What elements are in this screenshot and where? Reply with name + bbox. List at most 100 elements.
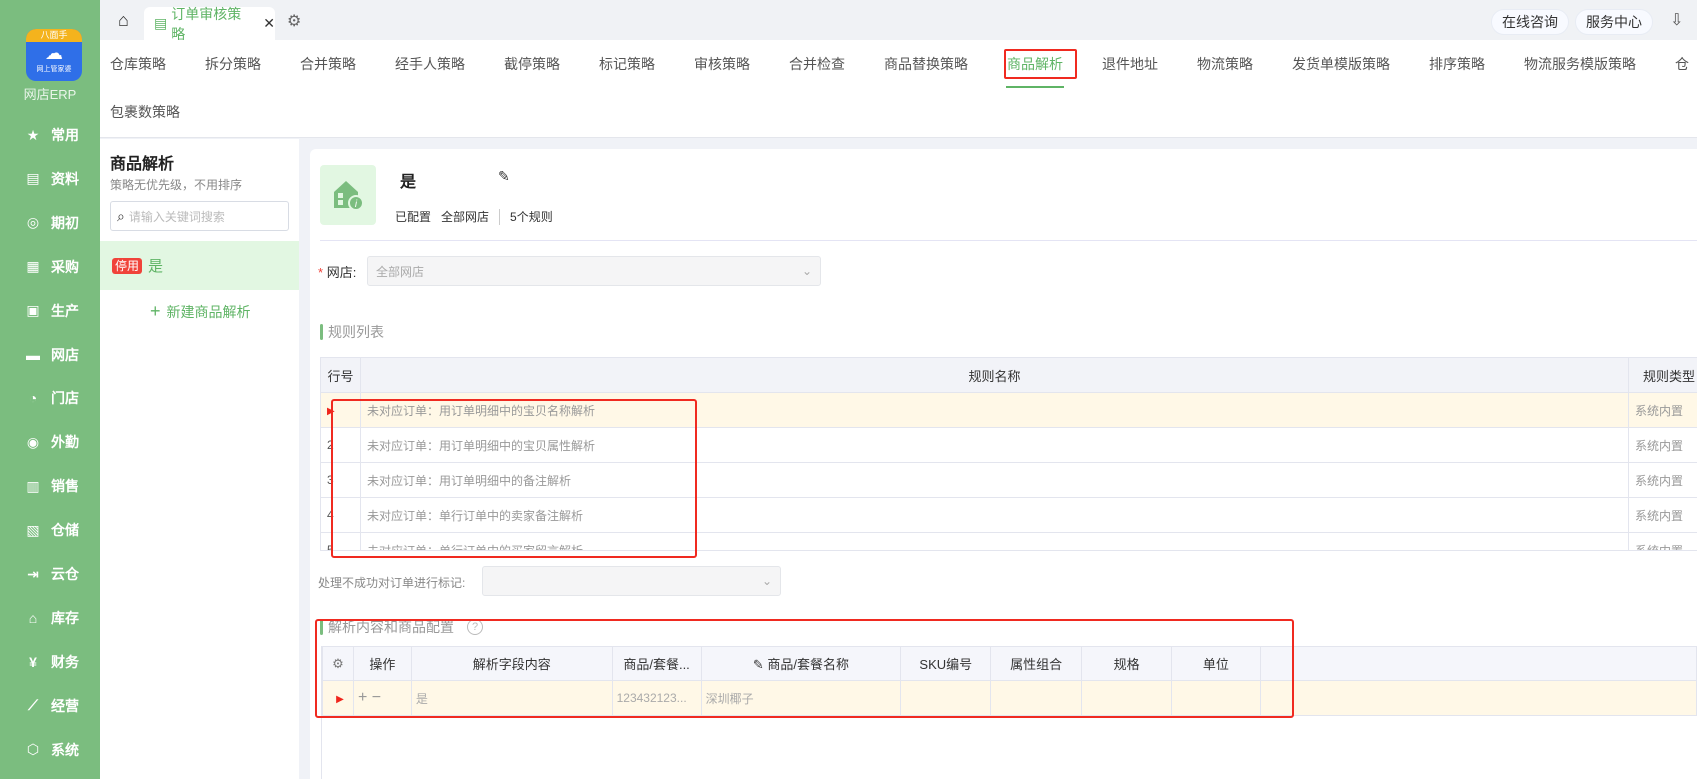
strategy-tab-label: 退件地址 bbox=[1102, 56, 1158, 72]
app-logo: 八面手 ☁ 网上管家婆 bbox=[26, 29, 82, 81]
online-consult-button[interactable]: 在线咨询 bbox=[1491, 9, 1569, 35]
sidebar-item-9[interactable]: ▧ 仓储 bbox=[25, 518, 79, 542]
sidebar-item-label: 生产 bbox=[51, 302, 79, 319]
sidebar-item-label: 外勤 bbox=[51, 434, 79, 451]
sidebar-item-7[interactable]: ◉ 外勤 bbox=[25, 430, 79, 454]
logo-sub-text: 网上管家婆 bbox=[36, 66, 72, 73]
strategy-tab[interactable]: 标记策略 bbox=[599, 52, 655, 88]
trend-icon: ⟋ bbox=[28, 697, 38, 714]
shop-select-value: 全部网店 bbox=[376, 264, 425, 279]
tab-package-count-strategy[interactable]: 包裹数策略 bbox=[110, 100, 180, 136]
sidebar-item-6[interactable]: ◔ 门店 bbox=[25, 386, 79, 410]
cloud-download-icon[interactable]: ⇩ bbox=[1670, 10, 1683, 30]
strategy-tab[interactable]: 经手人策略 bbox=[395, 52, 465, 88]
edit-icon[interactable]: ✎ bbox=[498, 168, 510, 185]
strategy-tab-label: 商品替换策略 bbox=[884, 56, 968, 72]
list-item-label: 是 bbox=[148, 258, 164, 275]
column-header-row-no: 行号 bbox=[320, 357, 361, 393]
strategy-tab[interactable]: 排序策略 bbox=[1429, 52, 1485, 88]
sidebar-item-12[interactable]: ¥ 财务 bbox=[25, 650, 79, 674]
hexagon-icon: ⬡ bbox=[26, 741, 40, 758]
logo-top-text: 八面手 bbox=[26, 29, 82, 42]
fail-mark-select[interactable]: ⌄ bbox=[482, 566, 781, 596]
strategy-tab[interactable]: 截停策略 bbox=[504, 52, 560, 88]
strategy-tab[interactable]: 物流策略 bbox=[1197, 52, 1253, 88]
strategy-tab-label: 排序策略 bbox=[1429, 56, 1485, 72]
strategy-tab[interactable]: 拆分策略 bbox=[205, 52, 261, 88]
chart-icon: ▥ bbox=[26, 477, 40, 494]
sidebar-item-label: 经营 bbox=[51, 697, 79, 714]
fail-mark-label: 处理不成功对订单进行标记: bbox=[318, 576, 466, 590]
strategy-tab[interactable]: 合并策略 bbox=[300, 52, 356, 88]
cell-rule-type: 系统内置 bbox=[1628, 497, 1697, 533]
column-header-empty bbox=[1259, 646, 1697, 681]
sidebar-item-label: 系统 bbox=[51, 741, 79, 758]
strategy-tab[interactable]: 退件地址 bbox=[1102, 52, 1158, 88]
strategy-nav: 仓库策略 拆分策略 合并策略 经手人策略 截停策略 标记策略 审核策略 合并检查 商品替换策略 商… bbox=[100, 40, 1697, 138]
tab-order-audit-strategy[interactable]: ▤ 订单审核策略 ✕ bbox=[144, 6, 275, 42]
new-parse-button[interactable]: + 新建商品解析 bbox=[150, 301, 251, 322]
sidebar-item-11[interactable]: ⌂ 库存 bbox=[25, 606, 79, 630]
production-icon: ▣ bbox=[26, 302, 40, 319]
search-input[interactable]: ⌕ 请输入关键词搜索 bbox=[110, 201, 289, 231]
column-header-rule-name: 规则名称 bbox=[360, 357, 1629, 393]
sidebar-item-4[interactable]: ▣ 生产 bbox=[25, 299, 79, 323]
sidebar-item-1[interactable]: ▤ 资料 bbox=[25, 167, 79, 191]
sidebar-item-3[interactable]: ▦ 采购 bbox=[25, 255, 79, 279]
warehouse-icon: ▧ bbox=[26, 521, 40, 538]
strategy-tab[interactable]: 仓 bbox=[1675, 52, 1689, 88]
sidebar-item-5[interactable]: ▬ 网店 bbox=[25, 343, 79, 367]
strategy-tab-label: 拆分策略 bbox=[205, 56, 261, 72]
divider bbox=[320, 240, 1697, 241]
strategy-tab-label: 截停策略 bbox=[504, 56, 560, 72]
target-icon: ◎ bbox=[26, 214, 40, 231]
config-status: 已配置 bbox=[395, 210, 432, 224]
strategy-tab[interactable]: 仓库策略 bbox=[110, 52, 166, 88]
gear-icon[interactable]: ⚙ bbox=[287, 11, 301, 31]
sidebar-item-label: 门店 bbox=[51, 390, 79, 407]
divider bbox=[499, 208, 501, 225]
cell-empty bbox=[1259, 680, 1697, 716]
sidebar-item-8[interactable]: ▥ 销售 bbox=[25, 474, 79, 498]
close-icon[interactable]: ✕ bbox=[263, 15, 275, 32]
sidebar-item-2[interactable]: ◎ 期初 bbox=[25, 211, 79, 235]
search-icon: ⌕ bbox=[117, 207, 125, 224]
shop-scope: 全部网店 bbox=[441, 210, 490, 224]
strategy-tab[interactable]: 商品解析 bbox=[1004, 49, 1077, 88]
finance-icon: ¥ bbox=[29, 653, 37, 670]
sidebar-item-13[interactable]: ⟋ 经营 bbox=[25, 694, 79, 718]
document-icon: ▤ bbox=[154, 15, 168, 31]
pie-icon: ◔ bbox=[28, 390, 38, 407]
strategy-tab[interactable]: 物流服务模版策略 bbox=[1524, 52, 1636, 88]
sidebar-item-label: 销售 bbox=[51, 478, 79, 495]
inventory-icon: ⌂ bbox=[28, 609, 38, 626]
strategy-tab[interactable]: 合并检查 bbox=[789, 52, 845, 88]
sidebar-item-0[interactable]: ★ 常用 bbox=[25, 123, 79, 147]
strategy-tab-label: 经手人策略 bbox=[395, 56, 465, 72]
strategy-tab[interactable]: 发货单模版策略 bbox=[1292, 52, 1390, 88]
home-icon[interactable]: ⌂ bbox=[118, 10, 129, 31]
sidebar-item-label: 云仓 bbox=[51, 566, 79, 582]
fieldwork-icon: ◉ bbox=[26, 433, 40, 450]
highlight-box bbox=[331, 399, 697, 558]
strategy-tab-label: 合并检查 bbox=[789, 56, 845, 72]
strategy-tab-label: 审核策略 bbox=[694, 56, 750, 72]
shop-select[interactable]: 全部网店 ⌄ bbox=[367, 256, 821, 286]
section-title: 规则列表 bbox=[328, 324, 384, 340]
purchase-icon: ▦ bbox=[26, 258, 40, 275]
list-item[interactable]: 停用 是 bbox=[100, 241, 299, 290]
strategy-tab[interactable]: 商品替换策略 bbox=[884, 52, 968, 88]
sidebar-item-10[interactable]: ⇥ 云仓 bbox=[25, 562, 79, 586]
service-center-button[interactable]: 服务中心 bbox=[1575, 9, 1653, 35]
cloud-warehouse-icon: ⇥ bbox=[27, 565, 39, 582]
strategy-tab-label: 合并策略 bbox=[300, 56, 356, 72]
column-header-rule-type: 规则类型 bbox=[1628, 357, 1697, 393]
highlight-box bbox=[315, 619, 1294, 718]
rules-section-header: 规则列表 bbox=[320, 322, 384, 342]
rule-count: 5个规则 bbox=[510, 210, 553, 224]
sidebar-item-14[interactable]: ⬡ 系统 bbox=[25, 738, 79, 762]
cloud-logo-icon: ☁ bbox=[45, 43, 63, 63]
document-icon: ▤ bbox=[26, 170, 40, 187]
sidebar-item-label: 仓储 bbox=[51, 522, 79, 539]
strategy-tab[interactable]: 审核策略 bbox=[694, 52, 750, 88]
